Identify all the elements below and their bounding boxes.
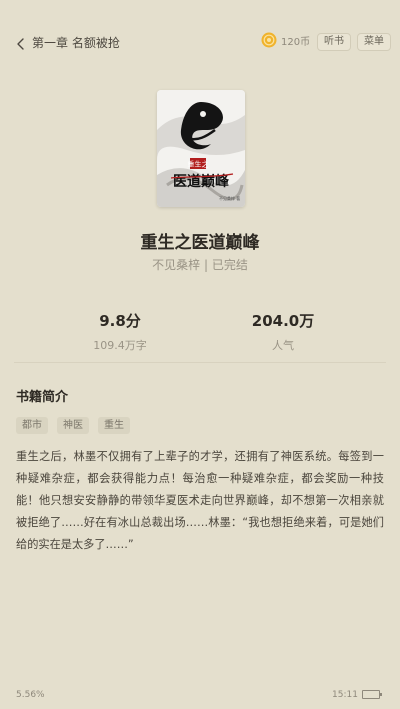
popularity-stat: 204.0万 人气 xyxy=(223,310,343,353)
clock: 15:11 xyxy=(332,690,358,700)
reading-progress: 5.56% xyxy=(16,690,45,700)
menu-button[interactable]: 菜单 xyxy=(357,33,391,51)
coin-icon xyxy=(261,32,277,48)
popularity-value: 204.0万 xyxy=(251,312,315,330)
book-title: 重生之医道巅峰 xyxy=(140,233,260,253)
top-bar: 第一章 名额被抢 120币 听书 菜单 xyxy=(0,30,400,56)
book-detail-page: 第一章 名额被抢 120币 听书 菜单 重生之 医道巅峰 不见桑梓 著 重生之医… xyxy=(0,0,400,709)
tag-chip[interactable]: 神医 xyxy=(57,417,89,434)
intro-title: 书籍简介 xyxy=(16,390,69,405)
listen-button[interactable]: 听书 xyxy=(317,33,351,51)
book-cover[interactable]: 重生之 医道巅峰 不见桑梓 著 xyxy=(157,90,245,207)
separator: | xyxy=(203,258,209,272)
back-button[interactable]: 第一章 名额被抢 xyxy=(14,34,120,51)
coin-balance[interactable]: 120币 xyxy=(261,32,310,48)
svg-text:重生之: 重生之 xyxy=(188,160,209,169)
status-label: 已完结 xyxy=(211,258,248,272)
rating-stat: 9.8分 109.4万字 xyxy=(60,310,180,353)
chapter-title: 第一章 名额被抢 xyxy=(32,36,120,50)
tag-chip[interactable]: 都市 xyxy=(16,417,48,434)
rating-value: 9.8分 xyxy=(99,312,141,330)
battery-icon xyxy=(362,690,382,699)
author-name[interactable]: 不见桑梓 xyxy=(152,258,200,272)
tag-chip[interactable]: 重生 xyxy=(98,417,130,434)
popularity-label: 人气 xyxy=(272,339,294,352)
word-count: 109.4万字 xyxy=(93,339,147,352)
divider xyxy=(14,362,386,363)
book-description: 重生之后，林墨不仅拥有了上辈子的才学，还拥有了神医系统。每签到一种疑难杂症，都会… xyxy=(16,450,384,551)
chevron-left-icon xyxy=(14,36,28,50)
author-line: 不见桑梓 | 已完结 xyxy=(0,256,400,273)
coin-count: 120币 xyxy=(281,36,311,48)
svg-text:不见桑梓 著: 不见桑梓 著 xyxy=(219,195,240,201)
tag-list: 都市 神医 重生 xyxy=(16,417,139,434)
